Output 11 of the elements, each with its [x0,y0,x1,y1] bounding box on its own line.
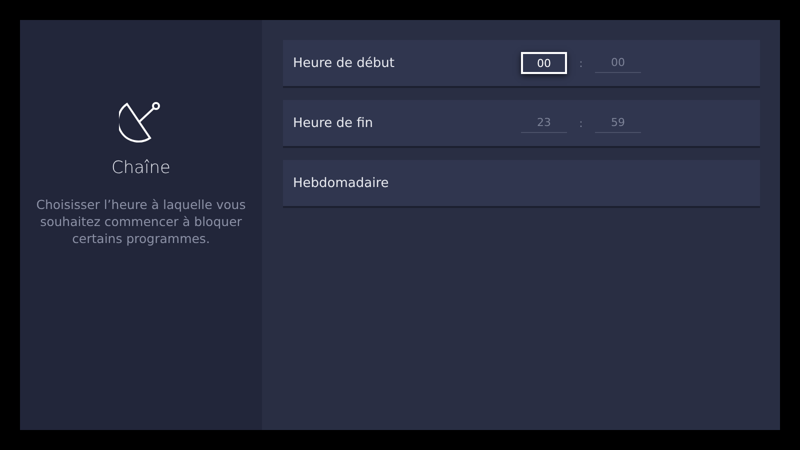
time-separator: : [578,116,584,130]
settings-row[interactable]: Heure de début 00 : 00 [283,40,760,88]
satellite-dish-icon [119,100,163,144]
sidebar-description: Choisisser l’heure à laquelle vous souhaitez commencer à bloquer certains programmes. [35,196,247,247]
row-label: Heure de fin [293,116,374,130]
time-separator: : [578,56,584,70]
time-field[interactable]: 00 [521,52,567,74]
row-label: Hebdomadaire [293,176,390,190]
settings-row[interactable]: Hebdomadaire [283,160,760,208]
sidebar-title: Chaîne [111,158,171,178]
row-label: Heure de début [293,56,396,70]
